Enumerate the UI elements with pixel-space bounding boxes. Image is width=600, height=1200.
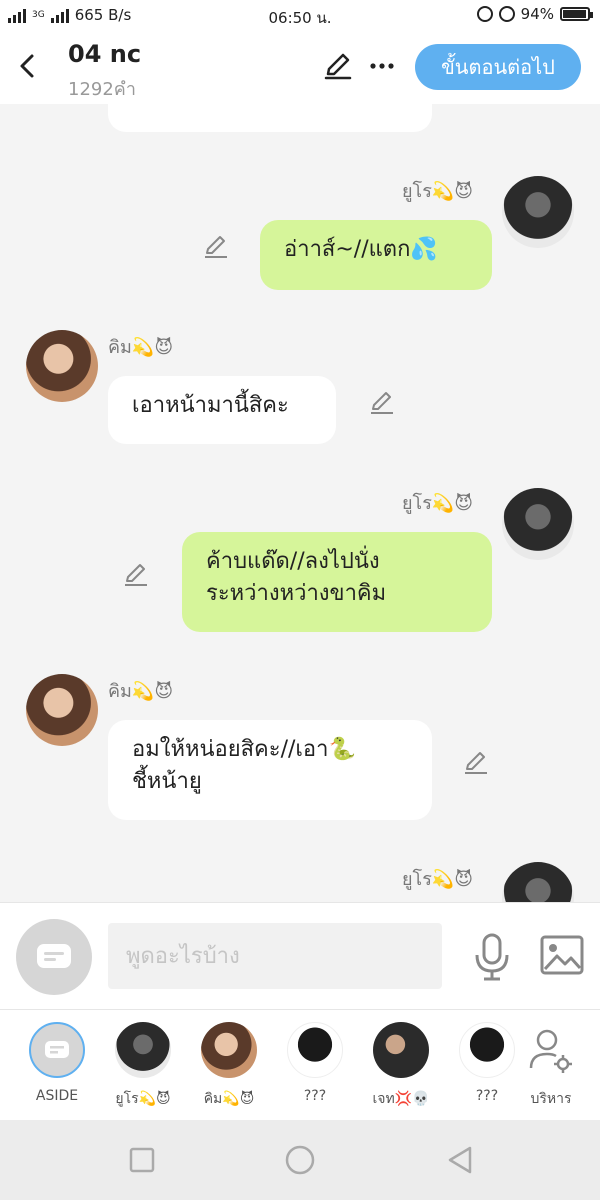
- silhouette-avatar: [459, 1022, 515, 1078]
- character-yuro[interactable]: ยูโร💫😈: [106, 1022, 180, 1110]
- character-label: ???: [303, 1088, 327, 1104]
- message-bubble-out[interactable]: อ่าาส์~//แตก💦: [260, 220, 492, 290]
- recent-apps-icon[interactable]: [126, 1144, 158, 1176]
- message-input[interactable]: [108, 923, 442, 989]
- sender-name: ยูโร💫😈: [402, 869, 474, 890]
- microphone-icon[interactable]: [472, 933, 512, 981]
- more-options-icon[interactable]: [366, 50, 398, 82]
- message-bubble-out[interactable]: ค้าบแด๊ด//ลงไปนั่ง ระหว่างหว่างขาคิม: [182, 532, 492, 632]
- rotation-lock-icon: [476, 6, 493, 22]
- edit-message-icon[interactable]: [368, 388, 396, 416]
- chat-bubble-icon: [37, 944, 71, 968]
- avatar-kim[interactable]: [26, 330, 98, 402]
- next-step-button[interactable]: ขั้นตอนต่อไป: [415, 44, 581, 90]
- status-bar: 3G 665 B/s 06:50 น. 94%: [0, 0, 600, 32]
- chat-area[interactable]: ยูโร💫😈 อ่าาส์~//แตก💦 คิม💫😈 เอาหน้ามานี้ส…: [0, 104, 600, 902]
- aside-toggle-button[interactable]: [16, 919, 92, 995]
- character-label: ยูโร💫😈: [115, 1091, 171, 1107]
- character-aside[interactable]: ASIDE: [20, 1022, 94, 1104]
- character-label: เจท💢💀: [372, 1091, 430, 1107]
- battery-icon: [560, 7, 593, 21]
- sender-name: ยูโร💫😈: [402, 493, 474, 514]
- message-line: เอาหน้ามานี้สิคะ: [132, 393, 289, 418]
- aside-avatar: [29, 1022, 85, 1078]
- sender-name: ยูโร💫😈: [402, 181, 474, 202]
- character-label: คิม💫😈: [203, 1091, 255, 1107]
- edit-message-icon[interactable]: [462, 748, 490, 776]
- image-icon[interactable]: [540, 935, 584, 975]
- back-arrow-icon[interactable]: [12, 50, 44, 82]
- character-jet[interactable]: เจท💢💀: [364, 1022, 438, 1110]
- character-strip: ASIDE ยูโร💫😈 คิม💫😈 ??? เจท💢💀 ??? บริหาร: [0, 1010, 600, 1120]
- word-count: 1292คำ: [68, 79, 136, 100]
- message-line: ค้าบแด๊ด//ลงไปนั่ง: [206, 549, 380, 574]
- avatar-yuro[interactable]: [502, 176, 574, 248]
- edit-message-icon[interactable]: [122, 560, 150, 588]
- message-bubble-in[interactable]: เอาหน้ามานี้สิคะ: [108, 376, 336, 444]
- message-line: ระหว่างหว่างขาคิม: [206, 581, 387, 606]
- character-kim[interactable]: คิม💫😈: [192, 1022, 266, 1110]
- avatar: [201, 1022, 257, 1078]
- sender-name: คิม💫😈: [108, 681, 174, 702]
- chat-header: 04 nc 1292คำ ขั้นตอนต่อไป: [0, 32, 600, 104]
- character-label: บริหาร: [530, 1091, 572, 1107]
- avatar-yuro[interactable]: [502, 488, 574, 560]
- avatar: [373, 1022, 429, 1078]
- edit-pencil-icon[interactable]: [322, 50, 354, 82]
- story-title: 04 nc: [68, 40, 142, 68]
- composer-bar: [0, 902, 600, 1010]
- message-line: อ่าาส์~//แตก💦: [284, 237, 438, 262]
- silhouette-avatar: [287, 1022, 343, 1078]
- back-triangle-icon[interactable]: [444, 1144, 476, 1176]
- clock: 06:50 น.: [268, 9, 332, 27]
- battery-percent: 94%: [520, 5, 554, 23]
- system-nav-bar: [0, 1120, 600, 1200]
- edit-message-icon[interactable]: [202, 232, 230, 260]
- character-unknown-2[interactable]: ???: [450, 1022, 524, 1104]
- character-label: ASIDE: [35, 1088, 79, 1104]
- message-line: อมให้หน่อยสิคะ//เอา🐍: [132, 737, 356, 762]
- message-line: ชี้หน้ายู: [132, 769, 202, 794]
- avatar-kim[interactable]: [26, 674, 98, 746]
- sender-name: คิม💫😈: [108, 337, 174, 358]
- alarm-icon: [498, 6, 515, 22]
- avatar: [115, 1022, 171, 1078]
- message-bubble-in[interactable]: อมให้หน่อยสิคะ//เอา🐍 ชี้หน้ายู: [108, 720, 432, 820]
- character-unknown-1[interactable]: ???: [278, 1022, 352, 1104]
- avatar-yuro[interactable]: [502, 862, 574, 902]
- user-settings-icon: [529, 1029, 572, 1073]
- home-icon[interactable]: [284, 1144, 316, 1176]
- message-bubble-partial[interactable]: [108, 104, 432, 132]
- character-label: ???: [475, 1088, 499, 1104]
- manage-characters-button[interactable]: บริหาร: [514, 1022, 588, 1110]
